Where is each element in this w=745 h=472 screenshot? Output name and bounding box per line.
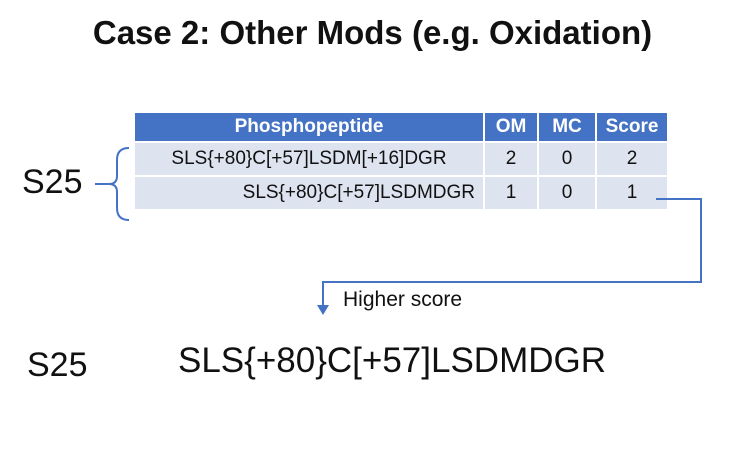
higher-score-label: Higher score <box>343 288 463 311</box>
result-peptide: SLS{+80}C[+57]LSDMDGR <box>178 341 607 380</box>
result-site-label: S25 <box>27 346 88 384</box>
connector-overlay <box>95 147 702 315</box>
group-brace <box>108 147 130 221</box>
arrow-head-icon <box>317 305 329 315</box>
